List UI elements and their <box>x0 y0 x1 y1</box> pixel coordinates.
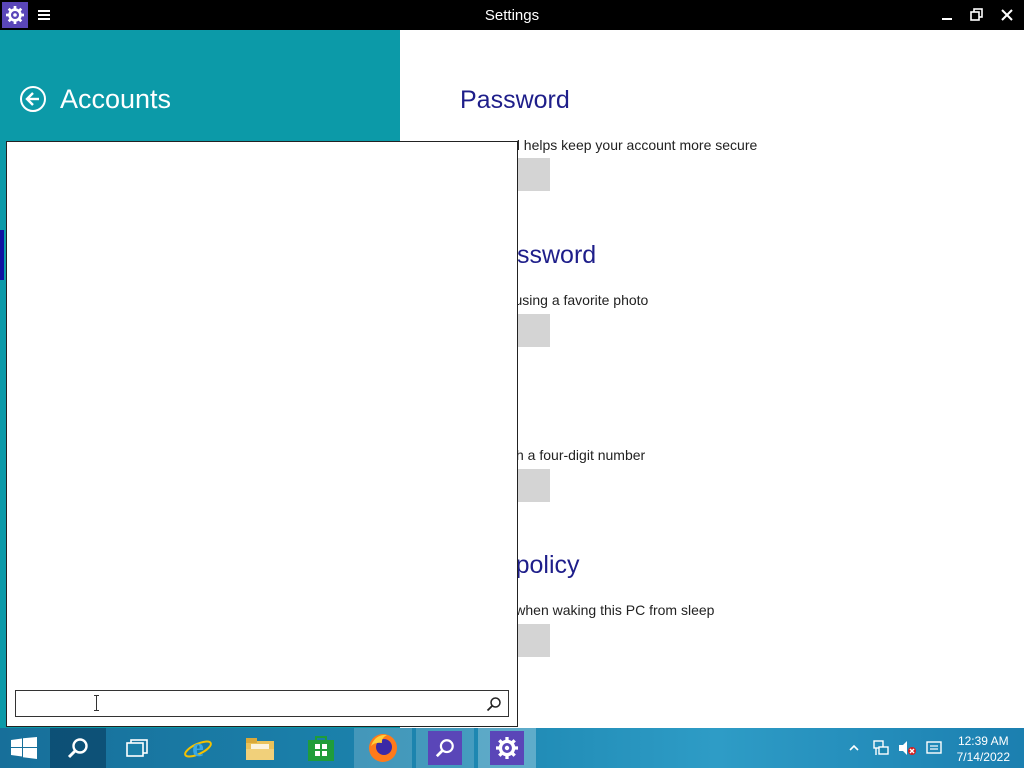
taskbar-clock[interactable]: 12:39 AM 7/14/2022 <box>957 733 1010 765</box>
settings-app-tile <box>490 731 524 765</box>
show-hidden-icons-button[interactable] <box>848 728 860 768</box>
taskbar-search-button[interactable] <box>50 728 106 768</box>
sidebar-title: Accounts <box>60 84 172 114</box>
search-box[interactable] <box>15 690 509 717</box>
back-button[interactable] <box>20 86 46 112</box>
taskbar-settings[interactable] <box>478 728 536 768</box>
arrow-left-icon <box>25 92 39 106</box>
network-tray-button[interactable] <box>872 728 890 768</box>
section-title-password: Password <box>460 86 570 114</box>
search-icon <box>67 738 88 759</box>
search-icon[interactable] <box>486 696 502 712</box>
windows-logo-icon <box>11 737 37 759</box>
search-app-icon <box>435 739 454 758</box>
search-flyout <box>6 141 518 727</box>
store-icon <box>308 736 334 761</box>
taskbar-search-app[interactable] <box>416 728 474 768</box>
window-title: Settings <box>484 7 540 24</box>
restore-button[interactable] <box>970 8 984 22</box>
close-icon <box>1001 9 1013 21</box>
network-icon <box>873 740 889 755</box>
sidebar-selected-indicator <box>0 230 4 280</box>
svg-text:e: e <box>192 733 204 762</box>
close-button[interactable] <box>1000 8 1014 22</box>
clock-time: 12:39 AM <box>957 734 1009 748</box>
volume-tray-button[interactable] <box>897 728 917 768</box>
restore-icon <box>970 8 983 21</box>
chevron-up-icon <box>849 744 859 751</box>
firefox-icon <box>369 734 397 762</box>
taskbar-firefox[interactable] <box>354 728 412 768</box>
notification-icon <box>926 741 942 754</box>
taskbar-store[interactable] <box>294 728 348 768</box>
clock-date: 7/14/2022 <box>956 750 1010 764</box>
settings-icon <box>496 737 518 759</box>
title-bar: Settings <box>0 0 1024 30</box>
taskbar-file-explorer[interactable] <box>232 728 288 768</box>
text-cursor <box>94 695 99 711</box>
taskbar-internet-explorer[interactable]: e <box>170 728 226 768</box>
action-center-button[interactable] <box>926 728 942 768</box>
folder-icon <box>246 738 274 760</box>
start-button[interactable] <box>0 728 48 768</box>
volume-muted-icon <box>899 741 916 755</box>
internet-explorer-icon: e <box>184 733 212 762</box>
task-view-icon <box>126 739 148 757</box>
minimize-icon <box>942 18 952 20</box>
taskbar: e 12:39 AM 7/14/2022 <box>0 728 1024 768</box>
search-app-tile <box>428 731 462 765</box>
minimize-button[interactable] <box>940 8 954 22</box>
task-view-button[interactable] <box>110 728 164 768</box>
search-input[interactable] <box>18 693 482 716</box>
